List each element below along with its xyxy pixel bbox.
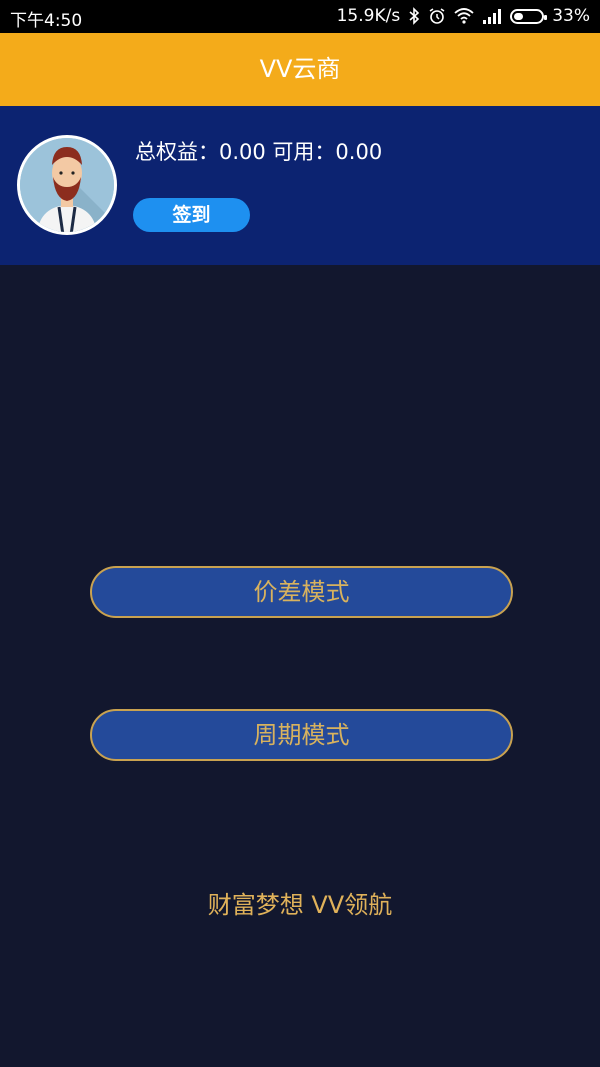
signal-icon [483,9,502,24]
battery-nub [544,14,548,20]
balance-text: 总权益：0.00 可用：0.00 [135,140,383,164]
checkin-button[interactable]: 签到 [133,198,250,232]
wifi-icon [454,8,474,24]
price-spread-mode-button[interactable]: 价差模式 [90,566,513,618]
page-title: VV云商 [259,55,341,83]
alarm-icon [429,8,445,24]
battery-icon [510,8,548,24]
slogan-text: 财富梦想 VV领航 [207,891,393,919]
avatar[interactable] [17,135,117,235]
account-panel: 总权益：0.00 可用：0.00 签到 [0,106,600,265]
bluetooth-icon [409,7,420,25]
battery-fill [514,12,524,20]
status-bar: 下午4:50 15.9K/s 33% [0,0,600,33]
app-header: VV云商 [0,33,600,106]
status-time: 下午4:50 [10,11,83,31]
avatar-illustration [20,138,114,232]
status-right: 15.9K/s 33% [337,6,590,26]
battery-percent: 33% [552,6,590,26]
network-speed: 15.9K/s [336,6,401,26]
cycle-mode-button[interactable]: 周期模式 [90,709,513,761]
